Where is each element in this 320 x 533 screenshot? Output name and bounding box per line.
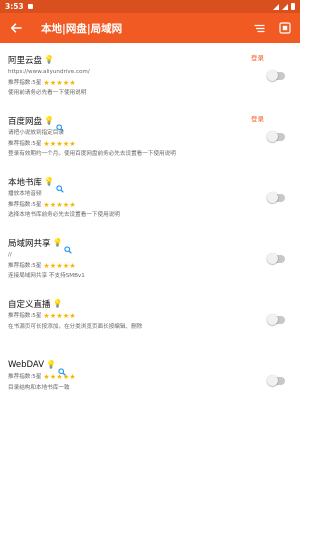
item-description: https://www.aliyundrive.com/ [8,69,90,75]
enable-toggle[interactable] [267,253,285,264]
back-arrow-icon[interactable] [8,20,24,36]
rating-label: 推荐指数:5星 [8,374,42,380]
item-note: 使用前请务必先看一下使用说明 [8,90,87,96]
list-item-local-library[interactable]: 本地书库 💡 播放本地音频 推荐指数:5星 ★★★★★ 选择本地书库前务必先去设置看一下使… [0,172,300,233]
bulb-icon[interactable]: 💡 [44,56,54,64]
rating-label: 推荐指数:5星 [8,262,42,269]
search-icon[interactable] [56,178,64,193]
rating-stars: ★★★★★ [43,139,76,148]
item-note: 连接局域网共享 不支持SMBv1 [8,273,85,279]
rating-stars: ★★★★★ [43,261,76,270]
list-item-baidu[interactable]: 百度网盘 💡 请把小说放到指定目录 推荐指数:5星 ★★★★★ 登录有效期约一个月。使用百… [0,111,300,172]
item-description: // [8,252,12,258]
rating-row: 推荐指数:5星 ★★★★★ [8,372,260,383]
list-item-aliyun[interactable]: 阿里云盘 💡 https://www.aliyundrive.com/推荐指数:5星… [0,50,300,111]
rating-row: 推荐指数:5星 ★★★★★ [8,311,260,322]
sort-icon[interactable] [252,21,266,35]
toggle-thumb [267,131,278,142]
list-item-webdav[interactable]: WebDAV 💡 推荐指数:5星 ★★★★★ 目录结构和本地书库一致 [0,355,300,416]
toggle-thumb [267,192,278,203]
rating-row: 推荐指数:5星 ★★★★★ [8,139,260,150]
rating-stars: ★★★★★ [43,200,76,209]
item-note: 在书源页可长按添加，在分类浏览页面长按编辑、删除 [8,323,143,330]
rating-stars: ★★★★★ [43,312,76,320]
item-name: 百度网盘 [8,117,43,127]
search-icon[interactable] [64,239,73,254]
battery-icon [291,3,295,10]
toggle-thumb [267,375,278,386]
bulb-icon[interactable]: 💡 [46,361,56,369]
rating-row: 推荐指数:5星 ★★★★★ [8,261,260,272]
wifi-icon [273,3,279,10]
app-bar: 本地|网盘|局域网 [0,13,300,43]
login-button[interactable]: 登录 [251,52,264,62]
item-description: 播放本地音频 [8,191,42,197]
status-icons [273,3,295,10]
item-name: 阿里云盘 [8,56,43,66]
rating-stars: ★★★★★ [43,373,76,381]
enable-toggle[interactable] [267,192,285,203]
item-name: WebDAV [8,360,45,370]
bulb-icon[interactable]: 💡 [44,117,54,125]
source-list: 阿里云盘 💡 https://www.aliyundrive.com/推荐指数:5星… [0,43,300,416]
page-title: 本地|网盘|局域网 [41,22,123,35]
rating-label: 推荐指数:5星 [8,140,42,147]
search-icon[interactable] [58,361,66,376]
status-time: 3:53 [5,2,24,11]
signal-icon [282,3,288,10]
enable-toggle[interactable] [267,70,285,81]
rating-label: 推荐指数:5星 [8,313,42,319]
toggle-thumb [267,70,278,81]
rating-label: 推荐指数:5星 [8,79,42,86]
rating-label: 推荐指数:5星 [8,201,42,208]
notification-icon [27,4,33,9]
status-bar: 3:53 [0,0,300,13]
bulb-icon[interactable]: 💡 [53,300,63,308]
toggle-thumb [267,314,278,325]
bulb-icon[interactable]: 💡 [44,178,54,186]
item-description: 请把小说放到指定目录 [8,130,64,136]
enable-toggle[interactable] [267,131,285,142]
item-name: 本地书库 [8,178,43,188]
enable-toggle[interactable] [267,314,285,325]
rating-row: 推荐指数:5星 ★★★★★ [8,200,260,211]
item-name: 局域网共享 [8,239,51,249]
enable-toggle[interactable] [267,375,285,386]
toggle-thumb [267,253,278,264]
item-note: 目录结构和本地书库一致 [8,384,70,391]
item-note: 选择本地书库前务必先去设置看一下使用说明 [8,212,120,218]
item-note: 登录有效期约一个月。使用百度网盘前务必先去设置看一下使用说明 [8,151,176,157]
list-item-lan-share[interactable]: 局域网共享 💡//推荐指数:5星 ★★★★★ 连接局域网共享 不支持SMBv1 [0,233,300,294]
item-name: 自定义直播 [8,300,51,310]
login-button[interactable]: 登录 [251,113,264,123]
rating-stars: ★★★★★ [43,78,76,87]
qrcode-icon[interactable] [278,21,292,35]
list-item-custom-live[interactable]: 自定义直播 💡 推荐指数:5星 ★★★★★ 在书源页可长按添加，在分类浏览页面长按编辑、… [0,294,300,355]
rating-row: 推荐指数:5星 ★★★★★ [8,78,260,89]
search-icon[interactable] [56,117,64,132]
bulb-icon[interactable]: 💡 [53,239,63,247]
